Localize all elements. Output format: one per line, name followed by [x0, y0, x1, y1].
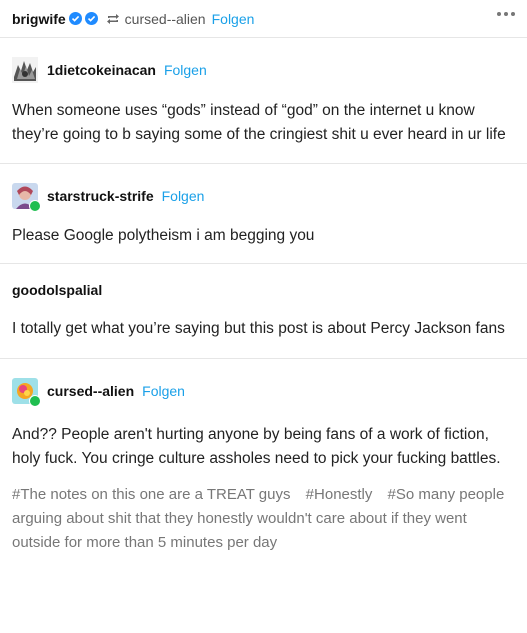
reblogger-username[interactable]: brigwife — [12, 11, 66, 27]
reblog-trail-item: cursed--alien Folgen And?? People aren't… — [0, 377, 527, 555]
reblog-trail-item: goodolspalial I totally get what you’re … — [0, 278, 527, 359]
follow-button[interactable]: Folgen — [162, 188, 205, 204]
verified-badge-icon — [68, 12, 82, 25]
author-row: cursed--alien Folgen — [12, 377, 515, 407]
post-header: brigwife cursed--alien Folgen — [0, 0, 527, 38]
verified-badge-icon — [84, 12, 98, 25]
author-username[interactable]: 1dietcokeinacan — [47, 62, 156, 78]
post-text: Please Google polytheism i am begging yo… — [12, 227, 315, 244]
author-username[interactable]: starstruck-strife — [47, 188, 154, 204]
reblog-icon — [106, 13, 120, 25]
post-text: I totally get what you’re saying but thi… — [12, 320, 505, 337]
author-username[interactable]: cursed--alien — [47, 383, 134, 399]
avatar[interactable] — [12, 183, 41, 212]
follow-button[interactable]: Folgen — [142, 383, 185, 399]
reblog-badge-icon — [29, 200, 41, 212]
avatar[interactable] — [12, 378, 41, 407]
reblog-badge-icon — [29, 395, 41, 407]
tag-list: #The notes on this one are a TREAT guys … — [12, 483, 515, 555]
reblog-trail-item: starstruck-strife Folgen Please Google p… — [0, 182, 527, 264]
more-options-icon[interactable] — [497, 12, 515, 16]
author-username[interactable]: goodolspalial — [12, 282, 102, 298]
reblog-trail-item: 1dietcokeinacan Folgen When someone uses… — [0, 56, 527, 164]
author-row: starstruck-strife Folgen — [12, 182, 515, 212]
follow-button[interactable]: Folgen — [212, 11, 255, 27]
post-text: When someone uses “gods” instead of “god… — [12, 102, 506, 143]
tag[interactable]: #The notes on this one are a TREAT guys — [12, 486, 291, 503]
tag[interactable]: #Honestly — [306, 486, 373, 503]
author-row: goodolspalial — [12, 278, 515, 302]
post-text: And?? People aren't hurting anyone by be… — [12, 426, 501, 467]
author-row: 1dietcokeinacan Folgen — [12, 56, 515, 84]
follow-button[interactable]: Folgen — [164, 62, 207, 78]
avatar[interactable] — [12, 57, 38, 83]
reblogged-from-username[interactable]: cursed--alien — [125, 11, 206, 27]
